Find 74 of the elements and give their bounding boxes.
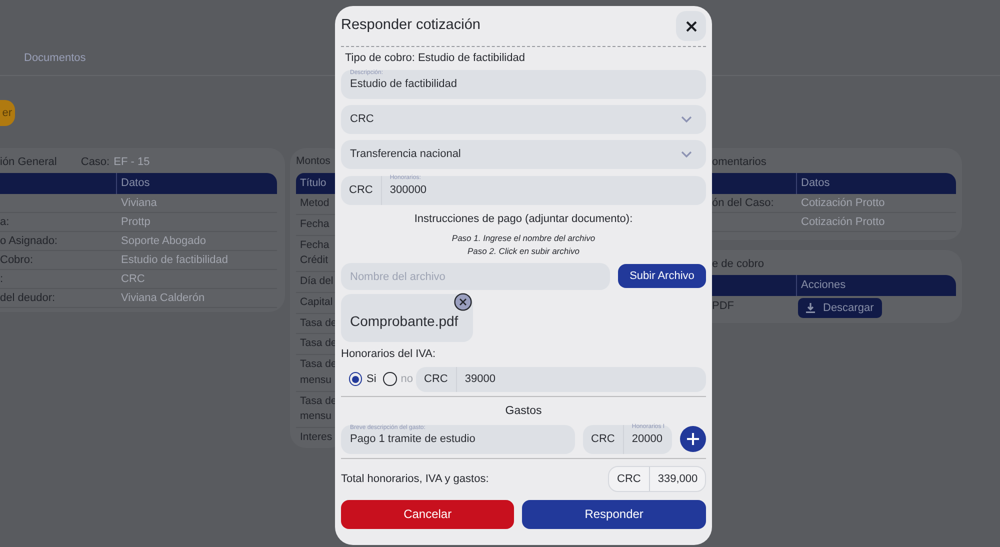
currency-prefix: CRC	[609, 466, 650, 491]
row-label: Cobro:	[0, 254, 34, 266]
step-text: Paso 2. Click en subir archivo	[466, 245, 580, 258]
case-label: Caso:	[80, 155, 110, 170]
row-value: Viviana Calderón	[120, 290, 205, 306]
row-label: PDF	[712, 300, 734, 312]
row-label: o Asignado:	[0, 234, 58, 247]
currency-prefix: CRC	[416, 366, 457, 392]
download-button[interactable]: Descargar	[798, 298, 882, 318]
row-value: Cotización Protto	[800, 214, 885, 230]
cancel-button[interactable]: Cancelar	[341, 500, 514, 529]
total-field[interactable]: CRC 339,000	[608, 466, 706, 492]
column-header: Título	[300, 176, 326, 191]
chevron-down-icon	[681, 150, 692, 158]
payment-method-select[interactable]: Transferencia nacional	[341, 140, 706, 168]
row-value: Soporte Abogado	[120, 234, 206, 249]
iva-amount-field[interactable]: CRC 39000	[416, 366, 706, 392]
remove-file-button[interactable]	[454, 293, 472, 311]
row-label: Interes	[300, 430, 332, 445]
select-value: Transferencia nacional	[350, 146, 461, 162]
close-button[interactable]	[676, 11, 706, 41]
row-label: Fecha	[300, 216, 330, 232]
column-header: Datos	[800, 176, 830, 192]
instructions-text: Instrucciones de pago (adjuntar documento):	[413, 212, 634, 226]
upload-button[interactable]: Subir Archivo	[618, 264, 706, 288]
row-value: CRC	[120, 272, 145, 287]
currency-select[interactable]: CRC	[341, 104, 706, 134]
iva-label: Honorarios del IVA:	[341, 347, 437, 362]
row-label: Capital	[300, 294, 333, 310]
card-title: Montos	[296, 155, 330, 167]
radio-button[interactable]	[349, 372, 362, 386]
field-value: 39000	[464, 372, 496, 387]
column-header: Acciones	[800, 278, 846, 294]
card-title: e de cobro	[712, 258, 764, 270]
row-label: del deudor:	[0, 292, 56, 304]
section-title: Gastos	[504, 404, 543, 418]
add-button[interactable]	[680, 426, 706, 452]
total-label: Total honorarios, IVA y gastos:	[341, 472, 489, 486]
row-label: a:	[0, 216, 10, 228]
select-value: CRC	[350, 112, 374, 127]
card-title: ión General	[0, 155, 57, 170]
close-icon	[686, 20, 696, 32]
field-value: 300000	[390, 182, 427, 198]
currency-prefix: CRC	[583, 424, 624, 454]
field-value: 20000	[632, 432, 662, 447]
card-title: omentarios	[712, 156, 766, 168]
file-name: Comprobante.pdf	[350, 312, 458, 331]
respond-button[interactable]: Responder	[522, 500, 706, 529]
row-label: Día del	[300, 274, 334, 289]
chevron-down-icon	[681, 116, 692, 122]
row-label: Metod	[300, 196, 330, 211]
field-value: Pago 1 tramite de estudio	[350, 432, 476, 447]
row-value: Prottp	[120, 214, 150, 230]
close-circle-icon	[454, 293, 472, 311]
row-value: Viviana	[120, 196, 157, 211]
dialog-title: Responder cotización	[341, 16, 480, 36]
field-value: Estudio de factibilidad	[350, 76, 458, 92]
row-value: Estudio de factibilidad	[120, 252, 228, 268]
radio-label: no	[400, 372, 413, 387]
field-value: 339,000	[658, 472, 698, 486]
row-label: ón del Caso:	[712, 196, 774, 209]
case-number: EF - 15	[114, 155, 150, 170]
step-text: Paso 1. Ingrese el nombre del archivo	[450, 232, 596, 245]
download-icon	[806, 303, 815, 313]
radio-label: Si	[366, 372, 376, 387]
column-header: Datos	[120, 176, 150, 192]
file-name-field[interactable]: Nombre del archivo	[341, 263, 610, 290]
radio-button[interactable]	[383, 372, 397, 386]
currency-prefix: CRC	[341, 176, 382, 204]
billing-type: Tipo de cobro: Estudio de factibilidad	[345, 51, 526, 66]
plus-icon	[687, 433, 700, 446]
row-label: Fecha Crédit	[300, 238, 330, 268]
row-label: :	[0, 272, 4, 285]
row-value: Cotización Protto	[800, 196, 885, 211]
